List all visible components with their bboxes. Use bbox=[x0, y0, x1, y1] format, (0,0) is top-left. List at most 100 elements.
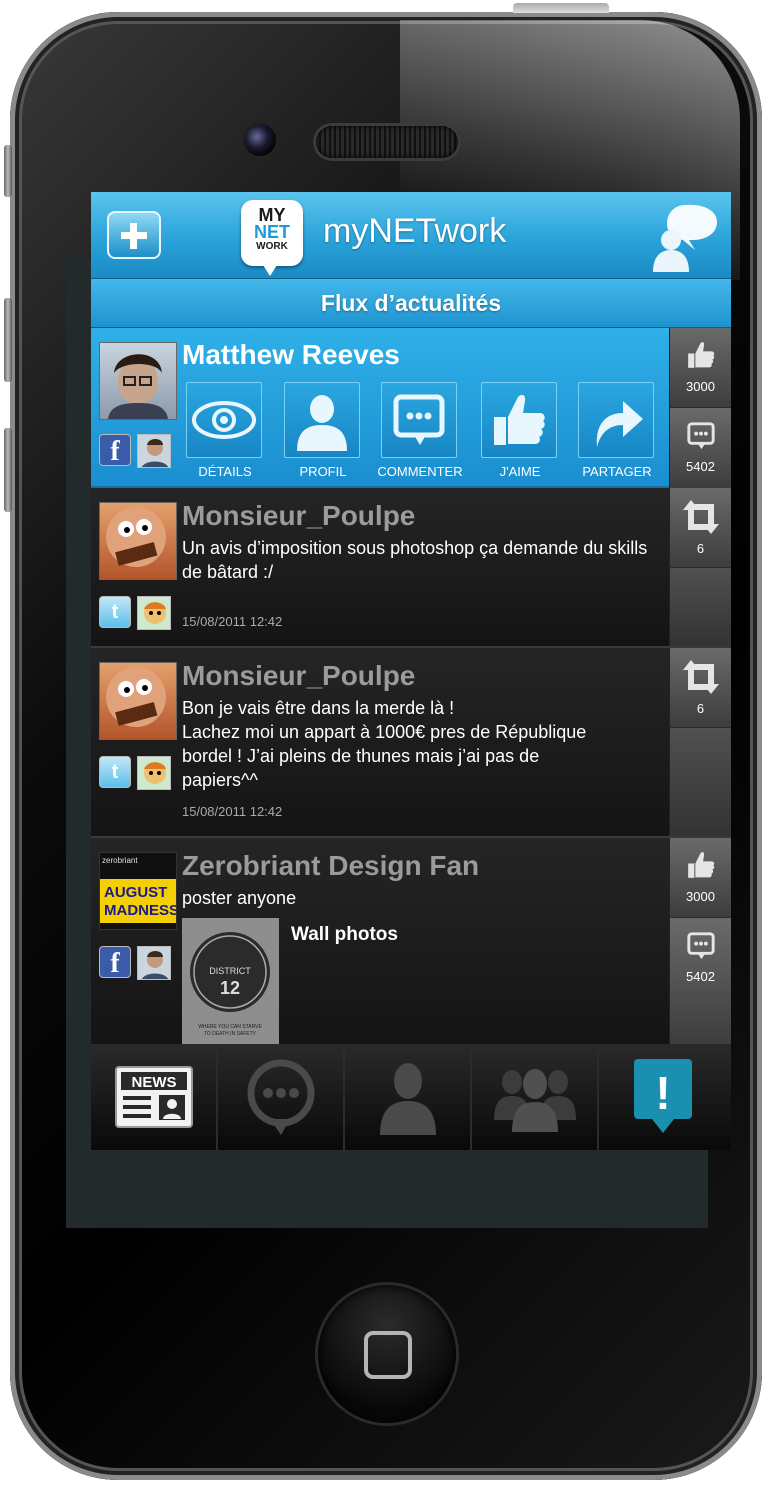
retweet-icon bbox=[682, 500, 719, 534]
poster-text: DISTRICT bbox=[209, 966, 251, 976]
action-label: DÉTAILS bbox=[198, 464, 252, 479]
retweet-count-button[interactable]: 6 bbox=[669, 648, 731, 728]
details-button[interactable]: DÉTAILS bbox=[186, 382, 264, 479]
feed-item[interactable]: t Monsieur_Poulpe Un avis d’imposition s… bbox=[91, 488, 731, 648]
comment-count: 5402 bbox=[686, 459, 715, 474]
twitter-icon: t bbox=[99, 596, 131, 628]
poster-text: WHERE YOU CAN STARVE bbox=[198, 1024, 262, 1030]
chat-user-icon[interactable] bbox=[649, 200, 721, 272]
thumbs-up-icon bbox=[687, 852, 714, 878]
profile-button[interactable]: PROFIL bbox=[284, 382, 362, 479]
post-text-line: bordel ! J’ai pleins de thunes mais j’ai… bbox=[182, 746, 540, 766]
like-count: 3000 bbox=[686, 889, 715, 904]
add-button[interactable] bbox=[107, 211, 161, 259]
comment-icon bbox=[686, 932, 715, 960]
comment-icon bbox=[686, 422, 715, 450]
user-icon bbox=[297, 395, 347, 451]
author-name[interactable]: Monsieur_Poulpe bbox=[182, 500, 415, 532]
mini-avatar bbox=[137, 756, 171, 790]
avatar[interactable] bbox=[99, 502, 177, 580]
comment-count-button[interactable]: 5402 bbox=[669, 918, 731, 1044]
like-count-button[interactable]: 3000 bbox=[669, 838, 731, 918]
facebook-icon: f bbox=[99, 434, 131, 467]
thumbs-up-icon bbox=[687, 342, 714, 368]
author-name[interactable]: Zerobriant Design Fan bbox=[182, 850, 479, 882]
post-text-line: Bon je vais être dans la merde là ! bbox=[182, 698, 455, 718]
app-title: myNETwork bbox=[323, 212, 507, 250]
avatar[interactable] bbox=[99, 662, 177, 740]
poster-text: 12 bbox=[220, 978, 240, 998]
avatar[interactable] bbox=[99, 342, 177, 420]
comment-count-button[interactable]: 5402 bbox=[669, 408, 731, 488]
logo-text-work: WORK bbox=[256, 241, 288, 252]
news-icon-text: NEWS bbox=[131, 1074, 176, 1091]
volume-up-button[interactable] bbox=[4, 298, 12, 382]
post-date: 15/08/2011 12:42 bbox=[182, 614, 283, 629]
share-arrow-icon bbox=[596, 401, 643, 447]
mini-avatar bbox=[137, 946, 171, 980]
news-icon: NEWS bbox=[114, 1066, 193, 1128]
app-screen: MY NET WORK myNETwork Flux d’actualités … bbox=[91, 192, 731, 1150]
comment-count: 5402 bbox=[686, 969, 715, 984]
tab-profile[interactable] bbox=[345, 1044, 472, 1150]
wall-photo-thumbnail[interactable]: DISTRICT 12 WHERE YOU CAN STARVE TO DEATH I… bbox=[182, 918, 279, 1044]
feed-item[interactable]: t Monsieur_Poulpe Bon je vais être dans … bbox=[91, 648, 731, 838]
avatar[interactable]: zerobriant AUGUST MADNESS bbox=[99, 852, 177, 930]
stat-slot bbox=[669, 568, 731, 646]
section-title: Flux d’actualités bbox=[320, 290, 502, 316]
stat-slot bbox=[669, 728, 731, 836]
post-text-line: Lachez moi un appart à 1000€ pres de Rép… bbox=[182, 722, 587, 742]
home-square-icon bbox=[364, 1331, 412, 1379]
author-name[interactable]: Monsieur_Poulpe bbox=[182, 660, 415, 692]
retweet-count: 6 bbox=[696, 701, 705, 716]
eye-icon bbox=[192, 401, 256, 439]
feed-item[interactable]: f Matthew Reeves DÉTAILS PROFIL COMMENTE… bbox=[91, 328, 731, 488]
poster-text: TO DEATH IN SAFETY bbox=[204, 1031, 257, 1037]
tab-news[interactable]: NEWS bbox=[91, 1044, 218, 1150]
volume-down-button[interactable] bbox=[4, 428, 12, 512]
attachment-label[interactable]: Wall photos bbox=[291, 924, 398, 946]
author-name[interactable]: Matthew Reeves bbox=[182, 339, 400, 371]
power-button[interactable] bbox=[513, 3, 609, 13]
messages-icon bbox=[247, 1059, 314, 1135]
app-logo: MY NET WORK bbox=[241, 200, 303, 276]
mini-avatar bbox=[137, 434, 171, 468]
logo-text-net: NET bbox=[254, 222, 290, 242]
profile-icon bbox=[379, 1063, 436, 1135]
front-camera bbox=[244, 124, 276, 156]
action-label: PROFIL bbox=[299, 464, 347, 479]
like-count: 3000 bbox=[686, 379, 715, 394]
avatar-text: MADNESS bbox=[104, 902, 176, 919]
feed-item[interactable]: zerobriant AUGUST MADNESS f Zerobriant Des… bbox=[91, 838, 731, 1044]
mini-avatar bbox=[137, 596, 171, 630]
action-label: PARTAGER bbox=[582, 464, 652, 479]
avatar-text: zerobriant bbox=[102, 856, 138, 865]
section-bar: Flux d’actualités bbox=[91, 279, 731, 328]
avatar-text: AUGUST bbox=[104, 884, 167, 901]
retweet-count: 6 bbox=[696, 541, 705, 556]
facebook-icon: f bbox=[99, 946, 131, 979]
alert-icon: ! bbox=[633, 1059, 692, 1133]
like-button[interactable]: J'AIME bbox=[481, 382, 559, 479]
friends-icon bbox=[493, 1069, 576, 1132]
retweet-count-button[interactable]: 6 bbox=[669, 488, 731, 568]
twitter-icon: t bbox=[99, 756, 131, 788]
post-date: 15/08/2011 12:42 bbox=[182, 804, 283, 819]
comment-button[interactable]: COMMENTER bbox=[377, 382, 463, 479]
post-text: poster anyone bbox=[182, 888, 297, 908]
tab-messages[interactable] bbox=[218, 1044, 345, 1150]
app-header: MY NET WORK myNETwork bbox=[91, 192, 731, 279]
post-text-line: papiers^^ bbox=[182, 770, 258, 790]
alert-icon-text: ! bbox=[655, 1067, 670, 1119]
home-button[interactable] bbox=[318, 1285, 456, 1423]
tab-alerts[interactable]: ! bbox=[599, 1044, 726, 1150]
earpiece-speaker bbox=[316, 126, 458, 158]
thumbs-up-icon bbox=[494, 394, 545, 445]
retweet-icon bbox=[682, 660, 719, 694]
post-text: Bon je vais être dans la merde là ! Lach… bbox=[182, 696, 662, 792]
share-button[interactable]: PARTAGER bbox=[578, 382, 656, 479]
tab-friends[interactable] bbox=[472, 1044, 599, 1150]
post-text: Un avis d’imposition sous photoshop ça d… bbox=[182, 538, 648, 582]
like-count-button[interactable]: 3000 bbox=[669, 328, 731, 408]
mute-switch[interactable] bbox=[4, 145, 12, 197]
